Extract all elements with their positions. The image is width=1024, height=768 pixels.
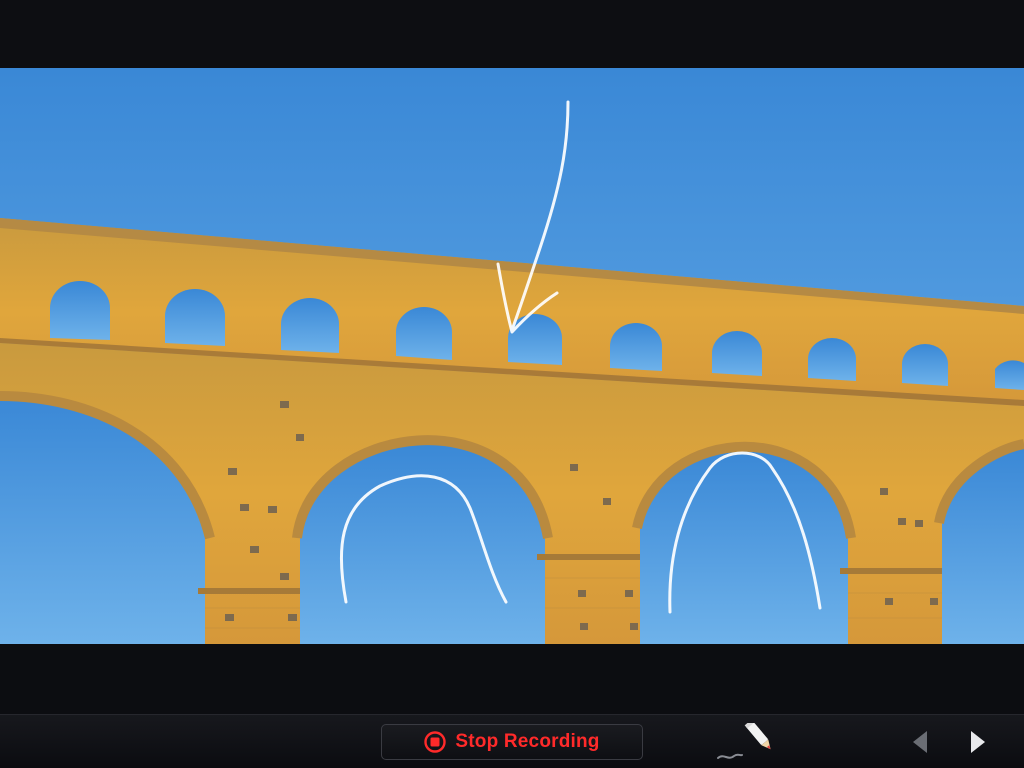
bottom-letterbox <box>0 644 1024 714</box>
pen-tool-button[interactable] <box>714 719 776 763</box>
previous-slide-icon <box>913 731 927 753</box>
presentation-toolbar: Stop Recording <box>0 714 1024 768</box>
pen-icon <box>717 719 771 759</box>
slide-image <box>0 68 1024 644</box>
slide-canvas[interactable] <box>0 68 1024 644</box>
stop-record-icon <box>424 731 447 753</box>
next-slide-button[interactable] <box>964 729 990 755</box>
stop-recording-button[interactable]: Stop Recording <box>381 724 643 760</box>
top-letterbox <box>0 0 1024 68</box>
next-slide-icon <box>971 731 985 753</box>
previous-slide-button[interactable] <box>908 729 934 755</box>
stop-recording-label: Stop Recording <box>455 731 600 752</box>
